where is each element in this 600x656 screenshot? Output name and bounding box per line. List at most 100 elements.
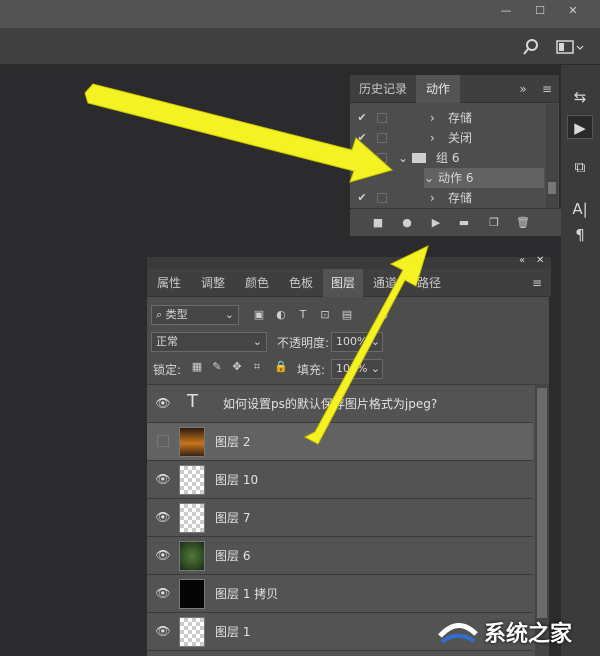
filter-toggle-icon[interactable]: ● (373, 307, 393, 323)
adjustment-filter-icon[interactable]: ◐ (271, 307, 291, 323)
filter-type-select[interactable]: ⌕ 类型 ⌄ (151, 305, 239, 325)
lock-position-icon[interactable]: ✥ (227, 359, 247, 375)
tab-layers[interactable]: 图层 (323, 269, 363, 297)
close-icon[interactable]: ✕ (560, 2, 586, 20)
filter-label: 类型 (165, 308, 188, 321)
layer-thumbnail (179, 465, 205, 495)
lock-all-icon[interactable]: 🔒 (271, 359, 291, 375)
action-row[interactable]: ✔ › 存储 (350, 108, 546, 128)
trash-icon[interactable]: 🗑 (513, 215, 533, 231)
layers-tab-row: 属性 调整 颜色 色板 图层 通道 路径 ≡ (147, 269, 551, 297)
watermark: 系统之家 (436, 608, 600, 654)
chevron-down-icon[interactable]: ⌄ (424, 168, 434, 188)
actions-tab-row: 历史记录 动作 » ≡ (350, 75, 559, 103)
tab-color[interactable]: 颜色 (235, 269, 279, 297)
eye-icon[interactable]: 👁 (155, 586, 171, 600)
layer-row[interactable]: 👁 图层 7 (147, 499, 533, 537)
lock-label: 锁定: (153, 363, 182, 377)
eye-icon[interactable]: 👁 (155, 472, 171, 486)
layer-row-selected[interactable]: 图层 2 (147, 423, 533, 461)
action-set-label: 组 6 (436, 151, 460, 165)
clone-source-icon[interactable]: ⧉ (567, 155, 593, 179)
layers-panel: « ✕ 属性 调整 颜色 色板 图层 通道 路径 ≡ ⌕ 类型 ⌄ ▣ ◐ T ⊡… (146, 255, 551, 656)
expand-icon[interactable]: › (430, 188, 435, 208)
expand-icon[interactable]: › (430, 128, 435, 148)
dialog-toggle[interactable] (377, 153, 387, 163)
dialog-toggle[interactable] (377, 133, 387, 143)
tab-channels[interactable]: 通道 (363, 269, 407, 297)
eye-icon[interactable]: 👁 (155, 624, 171, 638)
fill-value: 100% (336, 362, 368, 375)
eye-icon[interactable]: 👁 (155, 510, 171, 524)
tab-actions[interactable]: 动作 (416, 75, 460, 103)
chevron-down-icon: ⌄ (370, 335, 380, 348)
action-set-row[interactable]: ✔ ⌄ 组 6 (350, 148, 546, 168)
pixel-filter-icon[interactable]: ▣ (249, 307, 269, 323)
close-panel-icon[interactable]: ✕ (536, 255, 544, 266)
action-label: 存储 (448, 111, 473, 125)
new-action-icon[interactable]: ❐ (484, 215, 504, 231)
tab-properties[interactable]: 属性 (147, 269, 191, 297)
panel-menu-icon[interactable]: ≡ (538, 75, 556, 103)
fill-input[interactable]: 100% ⌄ (331, 359, 383, 379)
eye-icon[interactable]: 👁 (155, 396, 171, 410)
blend-mode-select[interactable]: 正常 ⌄ (151, 332, 267, 352)
action-row-selected[interactable]: ⌄ 动作 6 (424, 168, 544, 188)
dialog-toggle[interactable] (377, 193, 387, 203)
play-icon[interactable]: ▶ (426, 215, 446, 231)
layer-row[interactable]: 👁 图层 10 (147, 461, 533, 499)
layer-row[interactable]: 👁 图层 6 (147, 537, 533, 575)
tab-history[interactable]: 历史记录 (350, 75, 416, 103)
type-filter-icon[interactable]: T (293, 307, 313, 323)
check-icon[interactable]: ✔ (356, 188, 368, 208)
record-icon[interactable]: ● (397, 215, 417, 231)
collapse-icon[interactable]: « (519, 255, 525, 266)
actions-toolbar: ■ ● ▶ ▬ ❐ 🗑 (350, 208, 561, 236)
options-bar (0, 28, 600, 65)
tab-swatches[interactable]: 色板 (279, 269, 323, 297)
layer-row-text[interactable]: 👁 T 如何设置ps的默认保存图片格式为jpeg? (147, 385, 533, 423)
opacity-value: 100% (336, 335, 368, 348)
layer-name: 图层 7 (215, 511, 251, 525)
action-row[interactable]: ✔ › 关闭 (350, 128, 546, 148)
smart-object-filter-icon[interactable]: ▤ (337, 307, 357, 323)
collapse-icon[interactable]: » (514, 75, 532, 103)
stop-icon[interactable]: ■ (368, 215, 388, 231)
character-icon[interactable]: A| (567, 197, 593, 221)
panel-dock: ⇆ ▶ ⧉ A| ¶ (560, 65, 600, 656)
eye-icon[interactable]: 👁 (155, 548, 171, 562)
actions-scrollbar[interactable] (546, 104, 558, 208)
expand-icon[interactable]: › (430, 108, 435, 128)
lock-transparency-icon[interactable]: ▦ (187, 359, 207, 375)
paragraph-icon[interactable]: ¶ (567, 223, 593, 247)
dialog-toggle[interactable] (377, 113, 387, 123)
layer-name: 图层 1 拷贝 (215, 587, 279, 601)
visibility-toggle[interactable] (157, 435, 169, 447)
check-icon[interactable]: ✔ (356, 128, 368, 148)
chevron-down-icon: ⌄ (370, 362, 380, 375)
history-icon[interactable]: ⇆ (567, 85, 593, 109)
scroll-thumb[interactable] (548, 182, 556, 194)
action-label: 关闭 (448, 131, 473, 145)
action-row[interactable]: ✔ › 存储 (350, 188, 546, 208)
watermark-text: 系统之家 (484, 622, 573, 647)
lock-artboard-icon[interactable]: ⌗ (247, 359, 267, 375)
panel-menu-icon[interactable]: ≡ (527, 269, 547, 297)
check-icon[interactable]: ✔ (356, 108, 368, 128)
tab-paths[interactable]: 路径 (407, 269, 451, 297)
shape-filter-icon[interactable]: ⊡ (315, 307, 335, 323)
chevron-down-icon[interactable]: ⌄ (398, 148, 408, 168)
scroll-thumb[interactable] (537, 388, 547, 618)
lock-pixels-icon[interactable]: ✎ (207, 359, 227, 375)
opacity-input[interactable]: 100% ⌄ (331, 332, 383, 352)
actions-icon[interactable]: ▶ (567, 115, 593, 139)
layer-name: 图层 1 (215, 625, 251, 639)
workspace-icon[interactable] (556, 38, 584, 56)
layer-thumbnail (179, 427, 205, 457)
check-icon[interactable]: ✔ (356, 148, 368, 168)
tab-adjustments[interactable]: 调整 (191, 269, 235, 297)
search-icon[interactable] (522, 38, 540, 56)
minimize-icon[interactable]: — (493, 2, 519, 20)
maximize-icon[interactable]: ☐ (527, 2, 553, 20)
folder-icon[interactable]: ▬ (454, 215, 474, 231)
